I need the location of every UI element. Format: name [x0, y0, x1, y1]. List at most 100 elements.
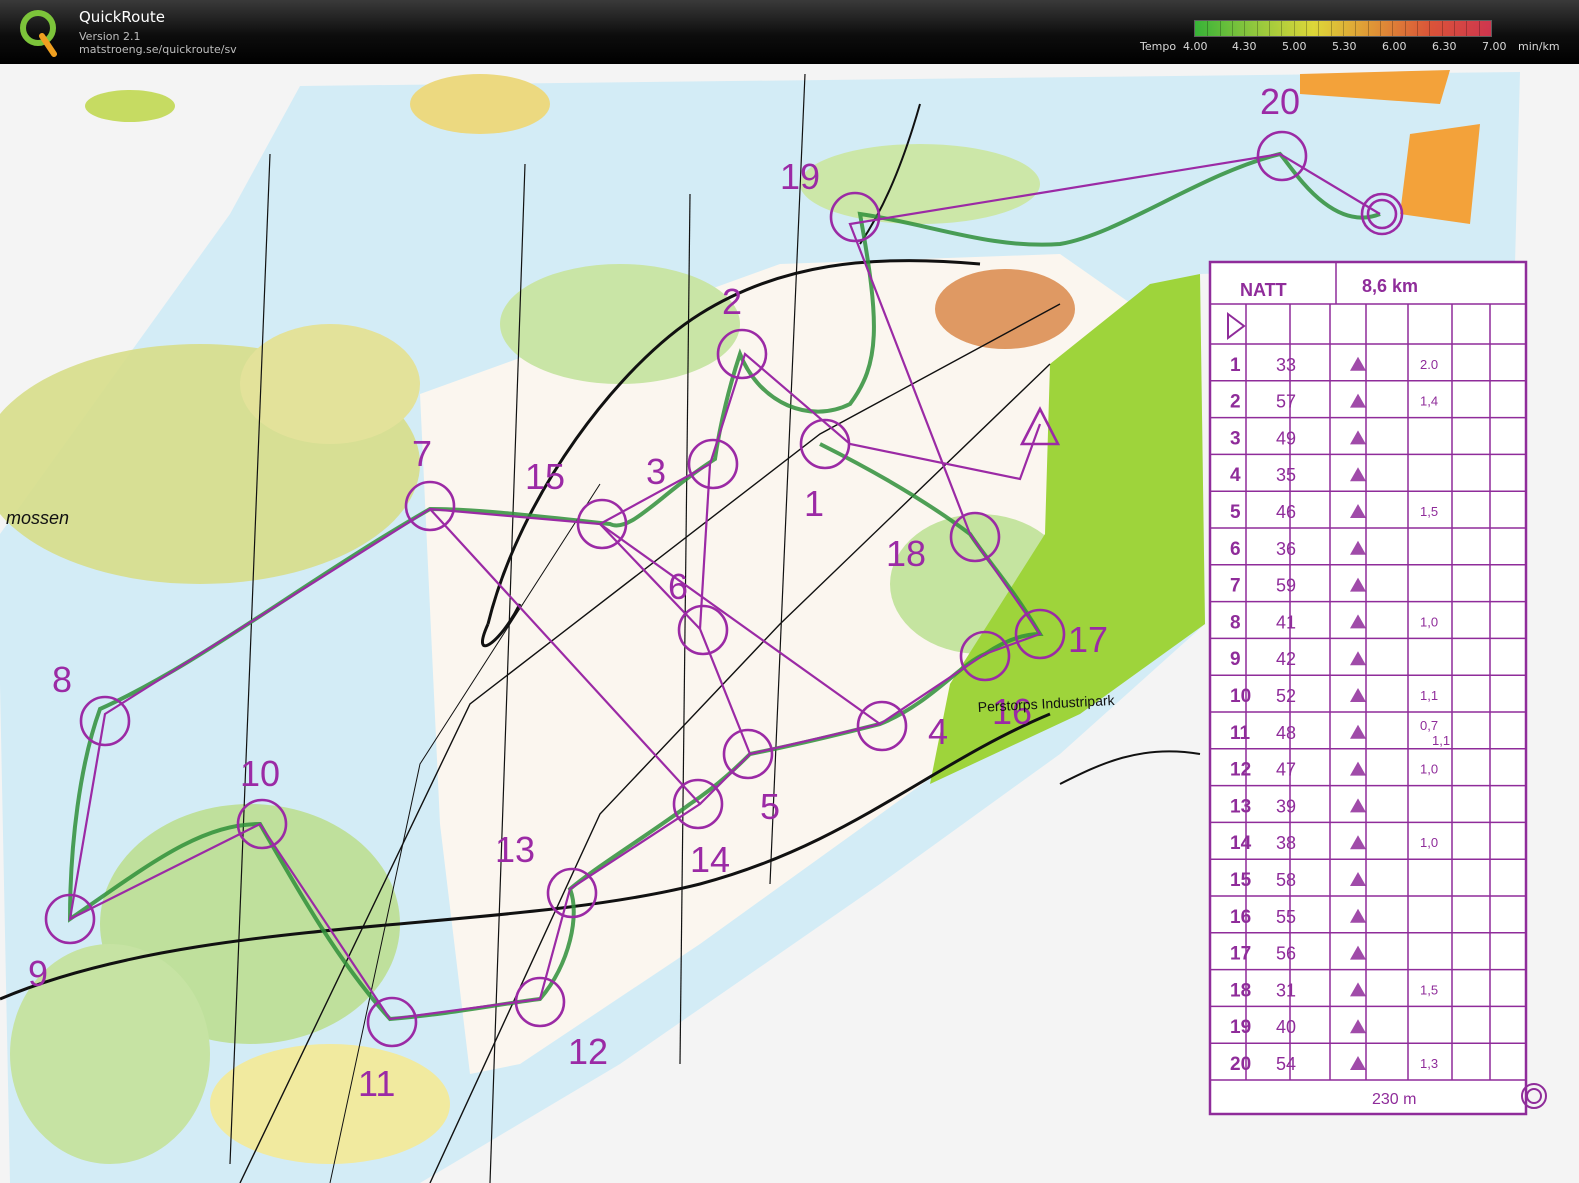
- terrain-forest-green: [500, 264, 740, 384]
- control-number: 14: [690, 839, 730, 880]
- sheet-control-code: 42: [1276, 649, 1296, 669]
- terrain-rough-open: [240, 324, 420, 444]
- tempo-scale-tick: [1293, 21, 1295, 36]
- tempo-scale-tick: [1343, 21, 1344, 36]
- sheet-control-code: 41: [1276, 612, 1296, 632]
- sheet-control-code: 56: [1276, 944, 1296, 964]
- tempo-scale-tick: [1269, 21, 1270, 36]
- tempo-scale-tick: [1367, 21, 1369, 36]
- control-number: 13: [495, 829, 535, 870]
- sheet-control-number: 1: [1230, 355, 1241, 376]
- tempo-scale-tick: [1232, 21, 1233, 36]
- sheet-control-number: 17: [1230, 944, 1251, 965]
- control-number: 18: [886, 533, 926, 574]
- tempo-scale-tick: [1478, 21, 1480, 36]
- sheet-control-number: 13: [1230, 796, 1251, 817]
- sheet-control-number: 20: [1230, 1054, 1251, 1075]
- sheet-control-code: 38: [1276, 833, 1296, 853]
- terrain-open-land: [210, 1044, 450, 1164]
- sheet-control-number: 15: [1230, 870, 1252, 891]
- sheet-dimension: 2.0: [1420, 357, 1438, 372]
- sheet-control-number: 12: [1230, 760, 1251, 781]
- tempo-scale-tick: [1207, 21, 1209, 36]
- sheet-control-number: 14: [1230, 833, 1252, 854]
- course-class: NATT: [1240, 280, 1287, 300]
- sheet-control-number: 6: [1230, 539, 1241, 560]
- control-number: 17: [1068, 619, 1108, 660]
- sheet-control-number: 5: [1230, 502, 1241, 523]
- sheet-control-code: 47: [1276, 760, 1296, 780]
- sheet-dimension: 1,5: [1420, 982, 1438, 997]
- control-number: 4: [928, 711, 948, 752]
- tempo-tick: 6.30: [1432, 40, 1457, 53]
- quickroute-logo-icon: [20, 10, 57, 57]
- sheet-dimension: 1,1: [1420, 688, 1438, 703]
- sheet-control-number: 16: [1230, 907, 1251, 928]
- sheet-control-code: 33: [1276, 355, 1296, 375]
- tempo-scale-tick: [1355, 21, 1357, 36]
- control-number: 10: [240, 753, 280, 794]
- tempo-scale-tick: [1318, 21, 1320, 36]
- tempo-tick: 4.30: [1232, 40, 1257, 53]
- terrain-open-land: [85, 90, 175, 122]
- sheet-dimension: 1,5: [1420, 504, 1438, 519]
- sheet-control-code: 35: [1276, 465, 1296, 485]
- control-number: 1: [804, 483, 824, 524]
- tempo-scale-tick: [1429, 21, 1431, 36]
- sheet-control-number: 9: [1230, 649, 1241, 670]
- app-header: QuickRoute Version 2.1 matstroeng.se/qui…: [0, 0, 1579, 64]
- sheet-control-number: 7: [1230, 576, 1241, 597]
- tempo-scale-tick: [1392, 21, 1394, 36]
- tempo-label: Tempo: [1140, 40, 1177, 53]
- app-title: QuickRoute: [79, 8, 165, 26]
- tempo-scale-tick: [1219, 21, 1221, 36]
- place-label-mossen: mossen: [6, 508, 69, 528]
- tempo-tick: 7.00: [1482, 40, 1507, 53]
- sheet-control-code: 48: [1276, 723, 1296, 743]
- tempo-scale-tick: [1441, 21, 1443, 36]
- control-number: 3: [646, 451, 666, 492]
- sheet-control-code: 54: [1276, 1054, 1296, 1074]
- terrain-open-land: [410, 74, 550, 134]
- tempo-tick: 5.00: [1282, 40, 1307, 53]
- sheet-dimension: 1,4: [1420, 394, 1438, 409]
- control-number: 9: [28, 953, 48, 994]
- sheet-control-number: 10: [1230, 686, 1251, 707]
- sheet-control-code: 58: [1276, 870, 1296, 890]
- map-view[interactable]: 7 15 3 2 1 19 20 18 6 17 16 4 5 8 10 13 …: [0, 64, 1579, 1183]
- sheet-control-number: 11: [1230, 723, 1251, 744]
- tempo-scale-tick: [1330, 21, 1332, 36]
- tempo-scale-tick: [1244, 21, 1246, 36]
- tempo-tick: 4.00: [1183, 40, 1208, 53]
- sheet-control-code: 40: [1276, 1017, 1296, 1037]
- sheet-control-code: 36: [1276, 539, 1296, 559]
- terrain-hatched-area: [935, 269, 1075, 349]
- tempo-scale-tick: [1404, 21, 1406, 36]
- tempo-scale-tick: [1256, 21, 1258, 36]
- control-number: 12: [568, 1031, 608, 1072]
- sheet-control-number: 3: [1230, 428, 1241, 449]
- sheet-dimension: 1,0: [1420, 835, 1438, 850]
- app-url[interactable]: matstroeng.se/quickroute/sv: [79, 43, 237, 56]
- terrain-buildings: [1400, 124, 1480, 224]
- sheet-control-number: 2: [1230, 392, 1241, 413]
- finish-distance: 230 m: [1372, 1091, 1416, 1108]
- orienteering-map[interactable]: 7 15 3 2 1 19 20 18 6 17 16 4 5 8 10 13 …: [0, 64, 1579, 1183]
- tempo-scale-tick: [1380, 21, 1381, 36]
- sheet-control-number: 18: [1230, 980, 1251, 1001]
- sheet-dimension: 1,0: [1420, 614, 1438, 629]
- tempo-unit: min/km: [1518, 40, 1560, 53]
- control-number: 15: [525, 456, 565, 497]
- app-version: Version 2.1: [79, 30, 141, 43]
- sheet-control-code: 55: [1276, 907, 1296, 927]
- sheet-control-number: 8: [1230, 612, 1241, 633]
- control-description-sheet: NATT 8,6 km 230 m 1 33 2.02 57 1,43 494 355 46 1…: [1208, 260, 1547, 1116]
- sheet-control-code: 52: [1276, 686, 1296, 706]
- sheet-control-code: 46: [1276, 502, 1296, 522]
- control-number: 20: [1260, 81, 1300, 122]
- control-number: 5: [760, 786, 780, 827]
- tempo-tick: 5.30: [1332, 40, 1357, 53]
- control-number: 2: [722, 281, 742, 322]
- control-number: 19: [780, 156, 820, 197]
- sheet-control-code: 49: [1276, 428, 1296, 448]
